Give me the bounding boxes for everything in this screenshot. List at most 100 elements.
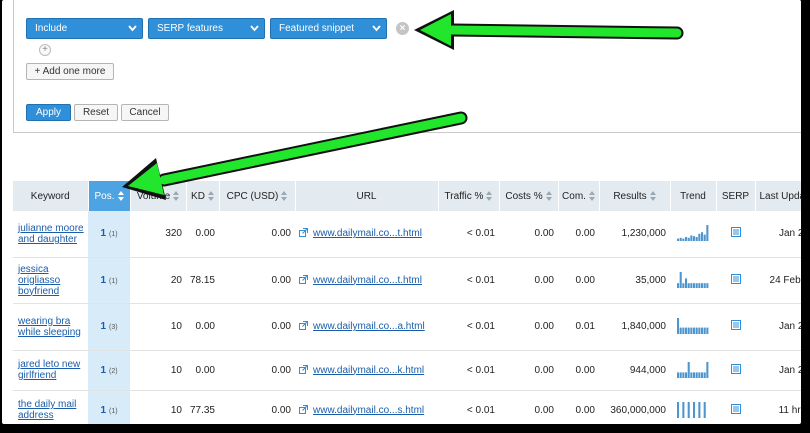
reset-button[interactable]: Reset [74,104,118,121]
external-link-icon[interactable] [299,274,308,284]
serp-snapshot-icon[interactable] [730,320,741,330]
trend-cell [670,303,716,351]
serp-snapshot-icon[interactable] [730,273,741,284]
trend-bar [690,282,693,288]
url-link[interactable]: www.dailymail.co...s.html [313,405,424,416]
add-condition-icon[interactable]: + [39,44,51,56]
cancel-button[interactable]: Cancel [121,104,169,121]
keyword-link[interactable]: jared leto new girlfriend [18,359,80,381]
trend-bar [703,371,706,378]
col-kd[interactable]: KD [186,181,220,211]
filter-field-dropdown[interactable]: SERP features [148,18,265,39]
trend-bar [703,282,706,288]
apply-button[interactable]: Apply [26,104,71,121]
keyword-cell: jessica origliasso boyfriend [13,257,88,304]
col-volume[interactable]: Volume [130,181,187,211]
sort-icon [649,190,656,201]
trend-bar [693,327,696,334]
trend-sparkline [677,318,709,334]
trend-bar [693,236,696,242]
last-update-cell: Jan 20 [755,303,801,351]
trend-bar [682,282,685,288]
trend-bar [682,327,685,334]
kd-cell: 0.00 [186,350,219,391]
trend-bar [682,401,685,418]
trend-bar [698,282,701,288]
chevron-down-icon [128,25,137,32]
keywords-table: Keyword Pos. Volume KD CPC (USD) URL Tra… [13,181,801,424]
url-cell: www.dailymail.co...t.html [295,211,438,258]
trend-bar [685,327,688,334]
col-position[interactable]: Pos. [88,181,131,211]
col-last-update[interactable]: Last Upda [755,181,801,211]
remove-filter-icon[interactable]: × [396,22,409,35]
url-link[interactable]: www.dailymail.co...k.html [313,365,424,376]
kd-cell: 0.00 [186,211,219,258]
trend-bar [690,371,693,378]
kd-cell: 78.15 [186,257,219,304]
col-cpc[interactable]: CPC (USD) [219,181,296,211]
trend-bar [695,371,698,378]
url-link[interactable]: www.dailymail.co...a.html [313,321,425,332]
external-link-icon[interactable] [299,364,308,374]
keyword-link[interactable]: julianne moore and daughter [18,223,84,245]
add-one-more-button[interactable]: + Add one more [26,63,114,80]
keyword-link[interactable]: the daily mail address [18,399,76,421]
sort-icon [117,190,124,201]
chevron-down-icon [250,25,259,32]
keyword-link[interactable]: jessica origliasso boyfriend [18,264,60,297]
keyword-link[interactable]: wearing bra while sleeping [18,316,81,338]
kd-cell: 0.00 [186,303,219,351]
trend-bar [685,277,688,288]
serp-cell [716,390,755,424]
last-update-cell: Jan 20 [755,211,801,258]
serp-snapshot-icon[interactable] [730,403,741,414]
col-traffic-label: Traffic % [444,190,484,202]
col-url[interactable]: URL [295,181,439,211]
position-cell: 1 (1) [88,211,130,258]
url-link[interactable]: www.dailymail.co...t.html [313,228,422,239]
trend-bar [687,327,690,334]
trend-bar [701,282,704,288]
trend-sparkline [677,271,709,288]
trend-cell [670,257,716,304]
col-results[interactable]: Results [599,181,671,211]
filter-value-dropdown[interactable]: Featured snippet [270,18,387,39]
url-cell: www.dailymail.co...k.html [295,350,438,391]
external-link-icon[interactable] [299,404,308,414]
trend-bar [703,327,706,334]
table-row: jared leto new girlfriend 1 (2) 10 0.00 0.00 w… [13,350,801,391]
external-link-icon[interactable] [299,228,308,238]
col-competition[interactable]: Com. [558,181,600,211]
external-link-icon[interactable] [299,321,308,330]
trend-bar [685,237,688,242]
col-keyword[interactable]: Keyword [13,181,89,211]
sort-icon [207,190,214,201]
position-value: 1 [100,321,106,332]
serp-snapshot-icon[interactable] [730,227,741,238]
position-cell: 1 (3) [88,303,130,351]
col-traffic[interactable]: Traffic % [438,181,500,211]
url-link[interactable]: www.dailymail.co...t.html [313,275,422,286]
volume-cell: 20 [130,257,186,304]
position-cell: 1 (1) [88,390,130,424]
include-dropdown[interactable]: Include [26,18,143,39]
chevron-down-icon [372,25,381,32]
col-costs[interactable]: Costs % [499,181,559,211]
trend-bar [677,318,680,334]
cpc-cell: 0.00 [219,211,295,258]
table-row: wearing bra while sleeping 1 (3) 10 0.00 0.00… [13,303,801,351]
trend-bar [679,238,682,242]
col-results-label: Results [613,190,647,202]
serp-cell [716,350,755,391]
position-cell: 1 (2) [88,350,130,391]
trend-bar [701,371,704,378]
serp-cell [716,303,755,351]
volume-cell: 320 [130,211,186,258]
position-value: 1 [100,274,106,286]
serp-cell [716,211,755,258]
trend-cell [670,211,716,258]
col-position-label: Pos. [94,190,115,202]
trend-bar [703,401,706,418]
serp-snapshot-icon[interactable] [730,363,741,374]
